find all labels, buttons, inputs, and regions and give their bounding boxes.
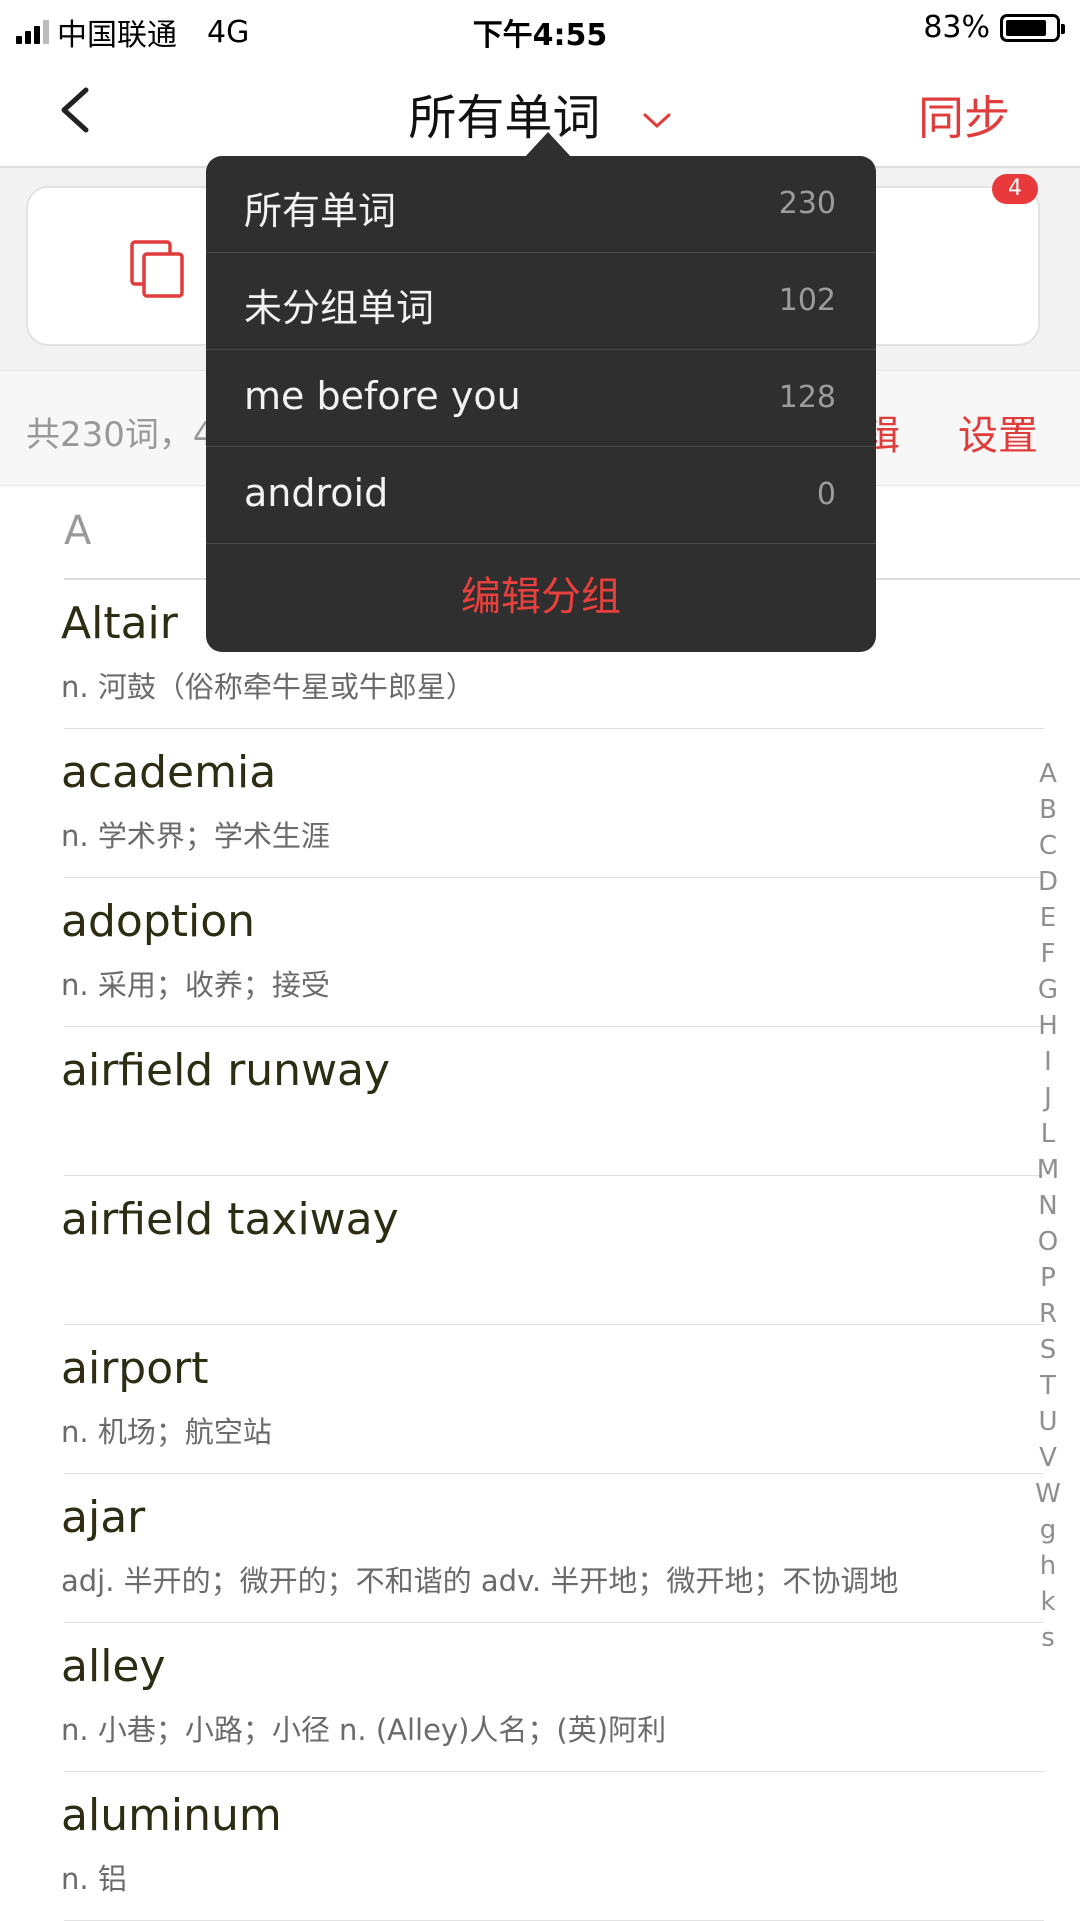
clock: 下午4:55 bbox=[472, 18, 608, 53]
word-definition: n. 河鼓（俗称牵牛星或牛郎星） bbox=[61, 670, 475, 704]
menu-item-me-before-you[interactable]: me before you 128 bbox=[206, 350, 876, 447]
status-bar: 中国联通 4G 下午4:55 83% bbox=[0, 0, 1080, 56]
index-letter[interactable]: U bbox=[1028, 1404, 1068, 1440]
index-letter[interactable]: W bbox=[1028, 1476, 1068, 1512]
sync-button[interactable]: 同步 bbox=[918, 82, 1010, 148]
index-letter[interactable]: s bbox=[1028, 1620, 1068, 1656]
menu-item-label: 所有单词 bbox=[244, 189, 397, 233]
alphabet-index[interactable]: ABCDEFGHIJLMNOPRSTUVWghks bbox=[1028, 756, 1068, 1656]
menu-item-count: 102 bbox=[778, 283, 836, 318]
index-letter[interactable]: B bbox=[1028, 792, 1068, 828]
index-letter[interactable]: J bbox=[1028, 1080, 1068, 1116]
word-text: airfield runway bbox=[61, 1045, 391, 1096]
index-letter[interactable]: k bbox=[1028, 1584, 1068, 1620]
index-letter[interactable]: C bbox=[1028, 828, 1068, 864]
list-item[interactable]: academia n. 学术界；学术生涯 bbox=[61, 729, 1044, 878]
word-definition: n. 小巷；小路；小径 n. (Alley)人名；(英)阿利 bbox=[61, 1713, 667, 1747]
index-letter[interactable]: h bbox=[1028, 1548, 1068, 1584]
menu-item-label: me before you bbox=[244, 374, 521, 418]
list-item[interactable]: airfield taxiway bbox=[61, 1176, 1044, 1325]
list-item[interactable]: airfield runway bbox=[61, 1027, 1044, 1176]
list-item[interactable]: adoption n. 采用；收养；接受 bbox=[61, 878, 1044, 1027]
menu-item-count: 230 bbox=[778, 186, 836, 221]
list-item[interactable]: airport n. 机场；航空站 bbox=[61, 1325, 1044, 1474]
index-letter[interactable]: D bbox=[1028, 864, 1068, 900]
index-letter[interactable]: N bbox=[1028, 1188, 1068, 1224]
index-letter[interactable]: F bbox=[1028, 936, 1068, 972]
word-text: airfield taxiway bbox=[61, 1194, 399, 1245]
word-text: aluminum bbox=[61, 1790, 282, 1841]
index-letter[interactable]: E bbox=[1028, 900, 1068, 936]
menu-item-all-words[interactable]: 所有单词 230 bbox=[206, 156, 876, 253]
index-letter[interactable]: L bbox=[1028, 1116, 1068, 1152]
word-definition: n. 采用；收养；接受 bbox=[61, 968, 330, 1002]
group-dropdown-menu: 所有单词 230 未分组单词 102 me before you 128 androi… bbox=[206, 132, 876, 652]
word-definition: adj. 半开的；微开的；不和谐的 adv. 半开地；微开地；不协调地 bbox=[61, 1564, 899, 1598]
list-item[interactable]: ajar adj. 半开的；微开的；不和谐的 adv. 半开地；微开地；不协调地 bbox=[61, 1474, 1044, 1623]
word-definition: n. 机场；航空站 bbox=[61, 1415, 272, 1449]
index-letter[interactable]: g bbox=[1028, 1512, 1068, 1548]
index-letter[interactable]: I bbox=[1028, 1044, 1068, 1080]
index-letter[interactable]: S bbox=[1028, 1332, 1068, 1368]
menu-item-label: android bbox=[244, 471, 389, 515]
index-letter[interactable]: P bbox=[1028, 1260, 1068, 1296]
menu-item-count: 128 bbox=[778, 380, 836, 415]
index-letter[interactable]: V bbox=[1028, 1440, 1068, 1476]
index-letter[interactable]: G bbox=[1028, 972, 1068, 1008]
word-list: Altair n. 河鼓（俗称牵牛星或牛郎星） academia n. 学术界；学术… bbox=[0, 580, 1080, 1921]
menu-item-ungrouped[interactable]: 未分组单词 102 bbox=[206, 253, 876, 350]
word-count-text: 共230词，4 bbox=[26, 415, 215, 455]
word-text: adoption bbox=[61, 896, 256, 947]
menu-item-count: 0 bbox=[816, 477, 836, 512]
battery-icon bbox=[1000, 13, 1065, 42]
index-letter[interactable]: A bbox=[1028, 756, 1068, 792]
index-letter[interactable]: M bbox=[1028, 1152, 1068, 1188]
settings-button[interactable]: 设置 bbox=[958, 403, 1038, 461]
word-definition: n. 学术界；学术生涯 bbox=[61, 819, 330, 853]
menu-item-label: 未分组单词 bbox=[244, 286, 435, 330]
copy-cards-icon bbox=[130, 240, 184, 298]
index-letter[interactable]: R bbox=[1028, 1296, 1068, 1332]
index-letter[interactable]: H bbox=[1028, 1008, 1068, 1044]
word-text: Altair bbox=[61, 598, 178, 649]
edit-groups-button[interactable]: 编辑分组 bbox=[206, 564, 876, 622]
word-definition: n. 铝 bbox=[61, 1862, 127, 1896]
notification-badge: 4 bbox=[992, 174, 1038, 204]
index-letter[interactable]: O bbox=[1028, 1224, 1068, 1260]
index-letter[interactable]: T bbox=[1028, 1368, 1068, 1404]
dropdown-chevron-icon bbox=[643, 113, 671, 129]
section-letter: A bbox=[64, 508, 92, 554]
word-text: ajar bbox=[61, 1492, 146, 1543]
list-item[interactable]: alley n. 小巷；小路；小径 n. (Alley)人名；(英)阿利 bbox=[61, 1623, 1044, 1772]
word-text: alley bbox=[61, 1641, 166, 1692]
menu-item-android[interactable]: android 0 bbox=[206, 447, 876, 544]
word-text: airport bbox=[61, 1343, 209, 1394]
list-item[interactable]: aluminum n. 铝 bbox=[61, 1772, 1044, 1921]
word-text: academia bbox=[61, 747, 277, 798]
battery-percent: 83% bbox=[923, 10, 990, 45]
